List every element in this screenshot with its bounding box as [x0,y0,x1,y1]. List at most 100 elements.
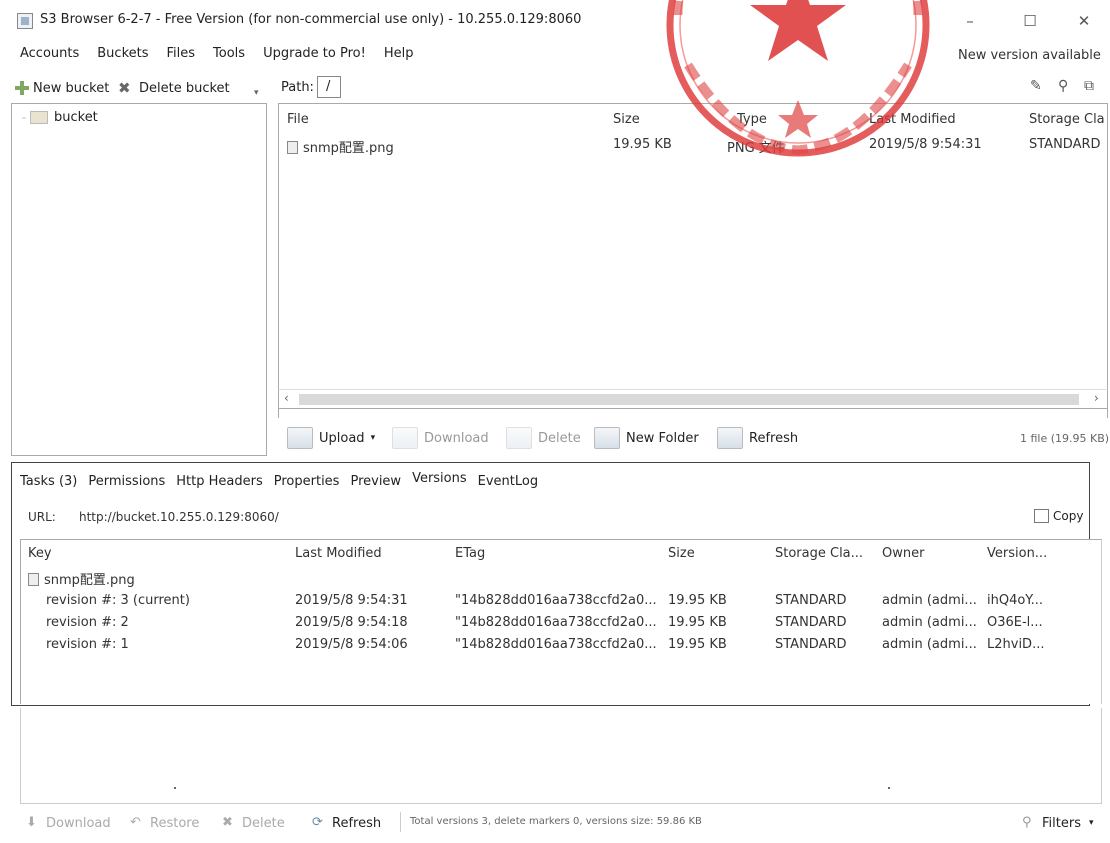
col-storage-class[interactable]: Storage Cla [1029,112,1105,127]
tab-preview[interactable]: Preview [350,474,401,489]
vcol-etag[interactable]: ETag [455,546,485,561]
col-type[interactable]: Type [737,112,767,127]
refresh-icon [717,427,743,449]
download-button[interactable]: Download [392,426,489,450]
version-row-key[interactable]: revision #: 1 [46,637,129,652]
edit-pencil-icon[interactable]: ✎ [1030,78,1042,94]
version-row-size: 19.95 KB [668,637,727,652]
tree-item-bucket[interactable]: - bucket [22,110,98,125]
new-bucket-button[interactable]: New bucket [14,78,109,98]
file-row-storage: STANDARD [1029,137,1101,152]
vcol-size[interactable]: Size [668,546,695,561]
filters-label: Filters [1042,815,1081,831]
tab-permissions[interactable]: Permissions [88,474,165,489]
menu-help[interactable]: Help [384,46,414,66]
scroll-right-arrow-icon[interactable]: › [1094,391,1099,405]
vcol-storage[interactable]: Storage Cla... [775,546,863,561]
vcol-last-modified[interactable]: Last Modified [295,546,382,561]
refresh-versions-label: Refresh [332,815,382,831]
menu-buckets[interactable]: Buckets [97,46,148,66]
download-icon [392,427,418,449]
restore-label: Restore [150,815,200,831]
version-row-key[interactable]: revision #: 3 (current) [46,593,190,608]
upload-button[interactable]: Upload ▾ [287,426,375,450]
menu-tools[interactable]: Tools [213,46,245,66]
toolbar-separator [400,812,401,832]
filter-icon[interactable]: ⚲ [1058,78,1068,94]
delete-bucket-label: Delete bucket [139,80,230,96]
url-value: http://bucket.10.255.0.129:8060/ [79,510,279,524]
tab-versions[interactable]: Versions [412,471,467,486]
version-file-row[interactable]: snmp配置.png [28,569,135,588]
url-label: URL: [28,510,56,524]
delete-file-button[interactable]: Delete [506,426,581,450]
copy-window-icon[interactable]: ⧉ [1084,78,1094,94]
version-row-id: O36E-l... [987,615,1043,630]
file-row-modified: 2019/5/8 9:54:31 [869,137,982,152]
delete-version-button[interactable]: ✖ Delete [222,813,285,833]
col-last-modified[interactable]: Last Modified [869,112,956,127]
tab-http-headers[interactable]: Http Headers [176,474,262,489]
restore-version-button[interactable]: ↶ Restore [130,813,199,833]
path-input[interactable]: / [317,76,341,98]
window-title: S3 Browser 6-2-7 - Free Version (for non… [40,12,582,27]
version-row-modified: 2019/5/8 9:54:31 [295,593,408,608]
download-version-button[interactable]: ⬇ Download [26,813,111,833]
vcol-owner[interactable]: Owner [882,546,924,561]
path-label: Path: [281,80,314,95]
file-list-hscrollbar[interactable]: ‹ › [278,389,1108,409]
version-details-pane [20,708,1102,804]
tab-tasks[interactable]: Tasks (3) [20,474,77,489]
toolbar-overflow-icon[interactable]: ▾ [254,88,259,98]
tab-eventlog[interactable]: EventLog [478,474,538,489]
bucket-folder-icon [29,111,48,124]
filters-dropdown-icon: ▾ [1088,818,1094,828]
filters-button[interactable]: ⚲ Filters ▾ [1022,813,1094,833]
col-size[interactable]: Size [613,112,640,127]
hscroll-thumb[interactable] [299,394,1079,405]
delete-version-label: Delete [242,815,285,831]
bucket-tree: - bucket [11,103,267,456]
file-row-name[interactable]: snmp配置.png [287,137,394,156]
vcol-key[interactable]: Key [28,546,52,561]
title-bar: S3 Browser 6-2-7 - Free Version (for non… [0,0,1110,40]
menu-upgrade[interactable]: Upgrade to Pro! [263,46,366,66]
version-row-storage: STANDARD [775,593,847,608]
version-row-size: 19.95 KB [668,593,727,608]
delete-bucket-button[interactable]: ✖ Delete bucket [118,78,230,98]
minimize-button[interactable]: – [950,8,990,34]
filter-icon: ⚲ [1022,815,1032,830]
upload-icon [287,427,313,449]
version-row-owner: admin (admi... [882,615,977,630]
menu-files[interactable]: Files [167,46,196,66]
maximize-button[interactable]: ☐ [1010,8,1050,34]
version-row-storage: STANDARD [775,637,847,652]
menu-accounts[interactable]: Accounts [20,46,79,66]
col-file[interactable]: File [287,112,309,127]
refresh-files-button[interactable]: Refresh [717,426,798,450]
plus-icon [14,80,30,96]
new-version-link[interactable]: New version available [958,48,1101,63]
scroll-left-arrow-icon[interactable]: ‹ [284,391,289,405]
copy-url-button[interactable]: Copy [1034,509,1083,523]
delete-file-icon [506,427,532,449]
version-row-id: L2hviD... [987,637,1045,652]
version-row-owner: admin (admi... [882,637,977,652]
version-row-owner: admin (admi... [882,593,977,608]
new-folder-button[interactable]: New Folder [594,426,699,450]
delete-x-icon: ✖ [118,79,131,97]
copy-icon [1034,509,1049,523]
tab-properties[interactable]: Properties [274,474,340,489]
version-row-storage: STANDARD [775,615,847,630]
version-row-key[interactable]: revision #: 2 [46,615,129,630]
refresh-versions-button[interactable]: ⟳ Refresh [312,813,381,833]
app-icon [17,13,33,29]
vcol-version[interactable]: Version... [987,546,1047,561]
close-button[interactable]: ✕ [1064,8,1104,34]
details-tabs: Tasks (3) Permissions Http Headers Prope… [20,471,549,489]
new-folder-label: New Folder [626,430,699,446]
refresh-icon: ⟳ [312,815,323,830]
file-list: File Size Type Last Modified Storage Cla… [278,103,1108,418]
version-row-modified: 2019/5/8 9:54:18 [295,615,408,630]
version-row-modified: 2019/5/8 9:54:06 [295,637,408,652]
